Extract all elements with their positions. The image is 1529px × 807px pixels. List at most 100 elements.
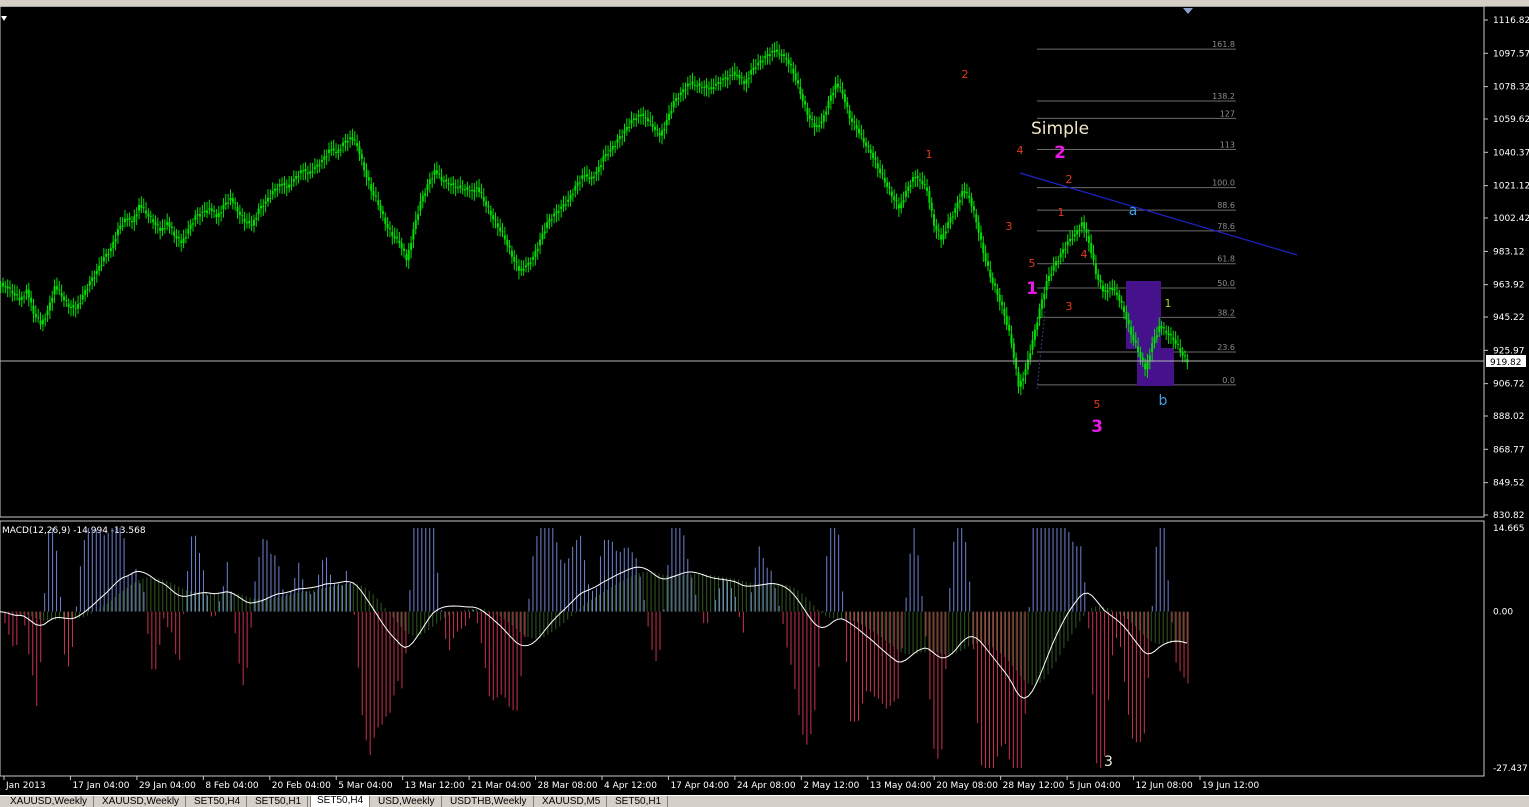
candle-body xyxy=(569,195,572,200)
candle-body xyxy=(707,88,710,90)
candle-body xyxy=(370,184,373,192)
candle-body xyxy=(1043,293,1046,300)
candle-body xyxy=(522,268,525,271)
candle-body xyxy=(191,223,194,225)
candle-body xyxy=(1019,380,1022,387)
price-pane[interactable]: 1116.82 1097.57 1078.32 1059.62 1040.37 1021.… xyxy=(0,5,1529,521)
candle-body xyxy=(1001,301,1004,306)
candle-body xyxy=(965,192,968,194)
candle-body xyxy=(252,219,255,226)
candle-body xyxy=(679,92,682,96)
candle-body xyxy=(274,188,277,192)
time-tick-label: 28 May 12:00 xyxy=(1003,781,1065,791)
price-tick-label: 1040.37 xyxy=(1493,148,1529,158)
candle-body xyxy=(1062,249,1065,254)
candle-body xyxy=(607,154,610,156)
candle-body xyxy=(768,54,771,57)
candle-body xyxy=(32,305,35,314)
shift-marker-icon[interactable] xyxy=(1183,8,1193,14)
chart-tab[interactable]: USD,Weekly xyxy=(372,796,442,807)
candle-body xyxy=(1064,248,1067,250)
candle-body xyxy=(1008,324,1011,331)
candle-body xyxy=(1033,329,1036,340)
time-tick-label: 8 Feb 04:00 xyxy=(205,781,259,791)
candle-body xyxy=(721,78,724,81)
candle-body xyxy=(374,195,377,197)
candle-body xyxy=(485,201,488,207)
candle-body xyxy=(332,148,335,151)
candle-body xyxy=(517,266,520,271)
chart-tabs: XAUUSD,Weekly XAUUSD,Weekly SET50,H4 SET50,… xyxy=(0,795,1529,807)
candle-body xyxy=(1127,319,1130,324)
candle-body xyxy=(1047,275,1050,282)
rectangle-object[interactable] xyxy=(1140,281,1161,319)
candle-body xyxy=(88,281,91,286)
wave-label: 3 xyxy=(1066,300,1073,313)
candle-body xyxy=(86,289,89,291)
candle-body xyxy=(940,234,943,240)
chart-tab[interactable]: SET50,H4 xyxy=(310,796,371,807)
candle-body xyxy=(149,215,152,217)
chart-tab[interactable]: XAUUSD,Weekly xyxy=(4,796,95,807)
price-tick-label: 830.82 xyxy=(1493,511,1525,521)
candle-body xyxy=(850,118,853,122)
chart-area[interactable]: 1116.82 1097.57 1078.32 1059.62 1040.37 1021.… xyxy=(0,5,1529,795)
candle-body xyxy=(109,248,112,252)
candle-body xyxy=(935,225,938,231)
candle-body xyxy=(189,224,192,230)
candle-body xyxy=(790,64,792,66)
candle-body xyxy=(883,177,886,183)
chart-tab[interactable]: XAUUSD,Weekly xyxy=(96,796,187,807)
candle-body xyxy=(119,225,122,230)
candle-body xyxy=(187,229,190,234)
macd-tick-label: -27.437 xyxy=(1493,764,1528,774)
candle-body xyxy=(1031,339,1034,350)
candle-body xyxy=(222,204,225,209)
chart-tab[interactable]: SET50,H4 xyxy=(188,796,248,807)
candle-body xyxy=(668,113,671,121)
candle-body xyxy=(238,211,241,216)
candle-body xyxy=(295,176,298,179)
macd-pane[interactable]: MACD(12,26,9) -14.994 -13.568 14.665 0.00… xyxy=(0,520,1528,777)
candle-body xyxy=(942,233,945,240)
chart-svg[interactable]: 1116.82 1097.57 1078.32 1059.62 1040.37 1021.… xyxy=(0,5,1529,795)
candle-body xyxy=(337,149,340,153)
candle-body xyxy=(23,296,26,298)
candle-body xyxy=(478,187,481,193)
chart-tab[interactable]: USDTHB,Weekly xyxy=(444,796,534,807)
candle-body xyxy=(975,214,978,223)
candle-body xyxy=(194,215,197,220)
candle-body xyxy=(229,197,232,201)
candle-body xyxy=(780,54,783,57)
candle-body xyxy=(386,223,389,228)
candle-body xyxy=(292,178,295,182)
chart-tab[interactable]: SET50,H1 xyxy=(249,796,309,807)
time-tick-label: Jan 2013 xyxy=(5,781,46,791)
candle-body xyxy=(302,170,305,172)
candle-body xyxy=(1094,263,1097,275)
candle-body xyxy=(944,231,947,234)
candle-body xyxy=(1090,242,1093,254)
candle-body xyxy=(154,222,157,226)
candle-body xyxy=(250,224,253,226)
candle-body xyxy=(196,214,199,216)
candle-body xyxy=(1085,229,1088,233)
candle-body xyxy=(203,210,206,212)
candle-body xyxy=(712,87,715,89)
candle-body xyxy=(886,182,889,187)
candle-body xyxy=(900,202,903,209)
candle-body xyxy=(1155,335,1158,338)
candle-body xyxy=(18,297,21,301)
candle-body xyxy=(4,286,7,288)
wave-label: 1 xyxy=(926,148,933,161)
chart-tab[interactable]: XAUUSD,M5 xyxy=(536,796,608,807)
candle-body xyxy=(464,189,467,191)
fib-level-label: 138.2 xyxy=(1212,92,1235,101)
candle-body xyxy=(37,317,40,319)
candle-body xyxy=(358,146,361,155)
candle-body xyxy=(1045,281,1048,291)
chart-tab[interactable]: SET50,H1 xyxy=(609,796,669,807)
candle-body xyxy=(665,120,668,126)
candle-body xyxy=(714,83,717,86)
candle-body xyxy=(503,235,506,240)
